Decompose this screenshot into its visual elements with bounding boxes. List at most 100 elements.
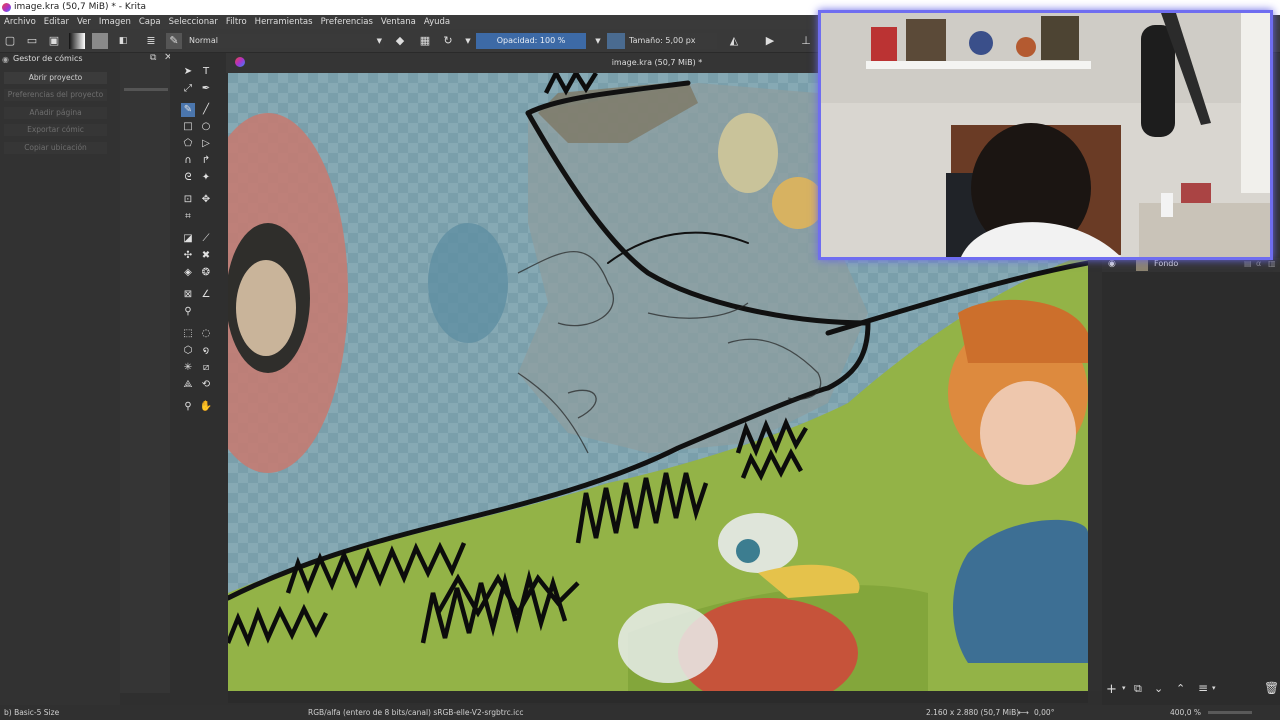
dynamic-brush-tool-icon[interactable]: ᘓ xyxy=(181,171,195,185)
multibrush-tool-icon[interactable]: ✦ xyxy=(199,171,213,185)
zoom-slider[interactable] xyxy=(1208,711,1252,714)
eye-icon[interactable]: ◉ xyxy=(1108,259,1116,269)
menu-herramientas[interactable]: Herramientas xyxy=(255,15,313,29)
chevron-down-icon[interactable]: ▾ xyxy=(1212,684,1216,692)
inherit-alpha-icon[interactable]: α xyxy=(1256,259,1261,268)
crop-tool-icon[interactable]: ⌗ xyxy=(181,210,195,224)
image-dimensions-status: 2.160 x 2.880 (50,7 MiB) xyxy=(926,708,1020,717)
button-label: Preferencias del proyecto xyxy=(7,90,104,99)
contiguous-selection-tool-icon[interactable]: ✳ xyxy=(181,361,195,375)
reload-preset-icon[interactable]: ↻ xyxy=(440,33,456,49)
calligraphy-tool-icon[interactable]: ✒ xyxy=(199,82,213,96)
menu-preferencias[interactable]: Preferencias xyxy=(321,15,373,29)
mirror-horizontal-icon[interactable]: ◭ xyxy=(726,33,742,49)
select-shape-tool-icon[interactable]: ➤ xyxy=(181,65,195,79)
chevron-down-icon[interactable]: ▼ xyxy=(460,33,476,49)
fill-tool-icon[interactable]: ◈ xyxy=(181,266,195,280)
polygonal-selection-tool-icon[interactable]: ⬡ xyxy=(181,344,195,358)
menu-seleccionar[interactable]: Seleccionar xyxy=(169,15,218,29)
edit-shape-tool-icon[interactable]: ⤢ xyxy=(181,82,195,96)
canvas-horizontal-scrollbar[interactable] xyxy=(228,691,1088,703)
bezier-tool-icon[interactable]: ∩ xyxy=(181,154,195,168)
desk-shape xyxy=(1139,203,1270,257)
rectangle-tool-icon[interactable]: □ xyxy=(181,120,195,134)
brush-preset-icon[interactable]: ✎ xyxy=(166,33,182,49)
freehand-selection-tool-icon[interactable]: ໑ xyxy=(199,344,213,358)
alpha-lock-icon[interactable]: ▦ xyxy=(417,33,433,49)
text-tool-icon[interactable]: T xyxy=(199,65,213,79)
layers-docker: ◉ Fondo ▤ α ▥ + ▾ ⧉ ⌄ ⌃ ≡ ▾ 🗑 xyxy=(1102,258,1280,705)
open-project-button[interactable]: Abrir proyecto xyxy=(4,72,107,84)
measure-tool-icon[interactable]: ∠ xyxy=(199,288,213,302)
menu-archivo[interactable]: Archivo xyxy=(4,15,36,29)
color-picker-tool-icon[interactable]: ⟋ xyxy=(199,232,213,246)
opacity-slider[interactable]: Opacidad: 100 % xyxy=(476,33,586,49)
new-document-icon[interactable]: ▢ xyxy=(2,33,18,49)
brush-preset-status[interactable]: b) Basic-5 Size xyxy=(4,705,59,720)
polygon-tool-icon[interactable]: ⬠ xyxy=(181,137,195,151)
frame-right-shape xyxy=(1041,16,1079,60)
move-tool-icon[interactable]: ✥ xyxy=(199,193,213,207)
brush-settings-icon[interactable]: ≣ xyxy=(143,33,159,49)
chevron-down-icon[interactable]: ▼ xyxy=(590,33,606,49)
white-flower-shape xyxy=(618,603,718,683)
export-comic-button[interactable]: Exportar cómic xyxy=(4,124,107,136)
add-layer-icon[interactable]: + xyxy=(1106,682,1117,697)
ellipse-tool-icon[interactable]: ○ xyxy=(199,120,213,134)
move-layer-down-icon[interactable]: ⌄ xyxy=(1154,682,1163,695)
menu-imagen[interactable]: Imagen xyxy=(99,15,131,29)
move-layer-up-icon[interactable]: ⌃ xyxy=(1176,682,1185,695)
smart-patch-tool-icon[interactable]: ✖ xyxy=(199,249,213,263)
zoom-tool-icon[interactable]: ⚲ xyxy=(181,400,195,414)
freehand-brush-tool-icon[interactable]: ✎ xyxy=(181,103,195,117)
menu-filtro[interactable]: Filtro xyxy=(226,15,247,29)
menu-ventana[interactable]: Ventana xyxy=(381,15,416,29)
menu-ver[interactable]: Ver xyxy=(77,15,91,29)
polyline-tool-icon[interactable]: ▷ xyxy=(199,137,213,151)
alpha-lock-icon[interactable]: ▤ xyxy=(1244,259,1252,268)
transform-tool-icon[interactable]: ⊡ xyxy=(181,193,195,207)
docker-pin-icon[interactable]: ◉ xyxy=(2,55,9,64)
assistant-tool-icon[interactable]: ⊠ xyxy=(181,288,195,302)
save-icon[interactable]: ▣ xyxy=(46,33,62,49)
rotate-icon[interactable]: ⟷ xyxy=(1018,705,1029,720)
gradient-tool-icon[interactable]: ◪ xyxy=(181,232,195,246)
bird-eye-shape xyxy=(736,539,760,563)
similar-color-selection-tool-icon[interactable]: ⧄ xyxy=(199,361,213,375)
enclose-fill-tool-icon[interactable]: ❂ xyxy=(199,266,213,280)
menu-capa[interactable]: Capa xyxy=(139,15,161,29)
menu-editar[interactable]: Editar xyxy=(44,15,69,29)
bezier-selection-tool-icon[interactable]: ⟁ xyxy=(181,378,195,392)
layer-row[interactable]: ◉ Fondo ▤ α ▥ xyxy=(1102,258,1280,272)
chevron-down-icon[interactable]: ▾ xyxy=(1122,684,1126,692)
eraser-icon[interactable]: ◆ xyxy=(392,33,408,49)
project-settings-button[interactable]: Preferencias del proyecto xyxy=(4,89,107,101)
gradient-icon[interactable] xyxy=(69,33,85,49)
rectangular-selection-tool-icon[interactable]: ⬚ xyxy=(181,327,195,341)
open-folder-icon[interactable]: ▭ xyxy=(24,33,40,49)
line-tool-icon[interactable]: ╱ xyxy=(199,103,213,117)
figure-box-shape xyxy=(871,27,897,61)
pattern-icon[interactable] xyxy=(92,33,108,49)
copy-location-button[interactable]: Copiar ubicación xyxy=(4,142,107,154)
float-docker-icon[interactable]: ⧉ xyxy=(150,53,156,63)
zoom-status[interactable]: 400,0 % xyxy=(1170,705,1201,720)
freehand-path-tool-icon[interactable]: ↱ xyxy=(199,154,213,168)
thumbnail-size-slider[interactable] xyxy=(124,88,168,91)
fg-bg-colors-icon[interactable]: ◧ xyxy=(115,33,131,49)
reference-images-tool-icon[interactable]: ⚲ xyxy=(181,305,195,319)
elliptical-selection-tool-icon[interactable]: ◌ xyxy=(199,327,213,341)
menu-ayuda[interactable]: Ayuda xyxy=(424,15,450,29)
layer-properties-icon[interactable]: ≡ xyxy=(1198,681,1208,695)
mirror-vertical-icon[interactable]: ▶ xyxy=(762,33,778,49)
pan-tool-icon[interactable]: ✋ xyxy=(199,400,213,414)
magnetic-selection-tool-icon[interactable]: ⟲ xyxy=(199,378,213,392)
lock-icon[interactable]: ▥ xyxy=(1268,259,1276,268)
size-slider[interactable]: Tamaño: 5,00 px xyxy=(607,33,717,49)
colorize-mask-tool-icon[interactable]: ✣ xyxy=(181,249,195,263)
blend-mode-select[interactable]: Normal ▼ xyxy=(186,34,384,48)
delete-layer-icon[interactable]: 🗑 xyxy=(1264,681,1279,695)
crop-icon[interactable]: ⊥ xyxy=(798,33,814,49)
duplicate-layer-icon[interactable]: ⧉ xyxy=(1134,682,1142,696)
add-page-button[interactable]: Añadir página xyxy=(4,107,107,119)
